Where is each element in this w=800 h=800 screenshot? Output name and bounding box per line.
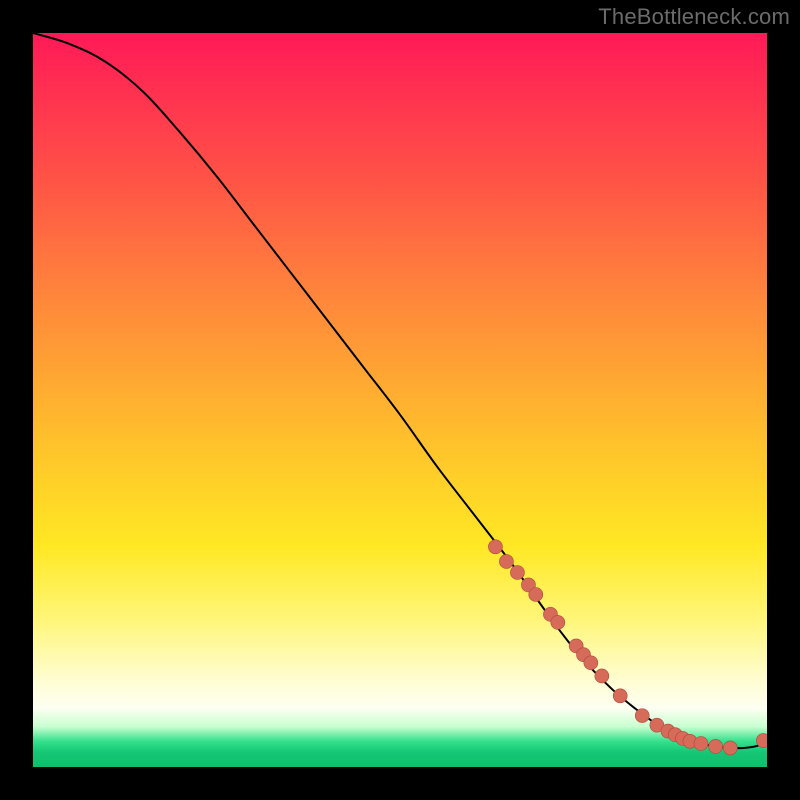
plot-area [33,33,767,767]
data-marker [488,540,502,554]
data-marker [756,734,767,748]
data-marker [529,588,543,602]
data-marker [613,689,627,703]
chart-overlay [33,33,767,767]
data-marker [499,554,513,568]
chart-stage: TheBottleneck.com [0,0,800,800]
data-marker [723,741,737,755]
data-marker [595,669,609,683]
data-marker [635,709,649,723]
attribution-label: TheBottleneck.com [598,4,790,30]
data-marker [709,739,723,753]
marker-group [488,540,767,755]
curve-line [33,33,767,748]
data-marker [694,737,708,751]
data-marker [551,615,565,629]
data-marker [510,565,524,579]
data-marker [584,656,598,670]
